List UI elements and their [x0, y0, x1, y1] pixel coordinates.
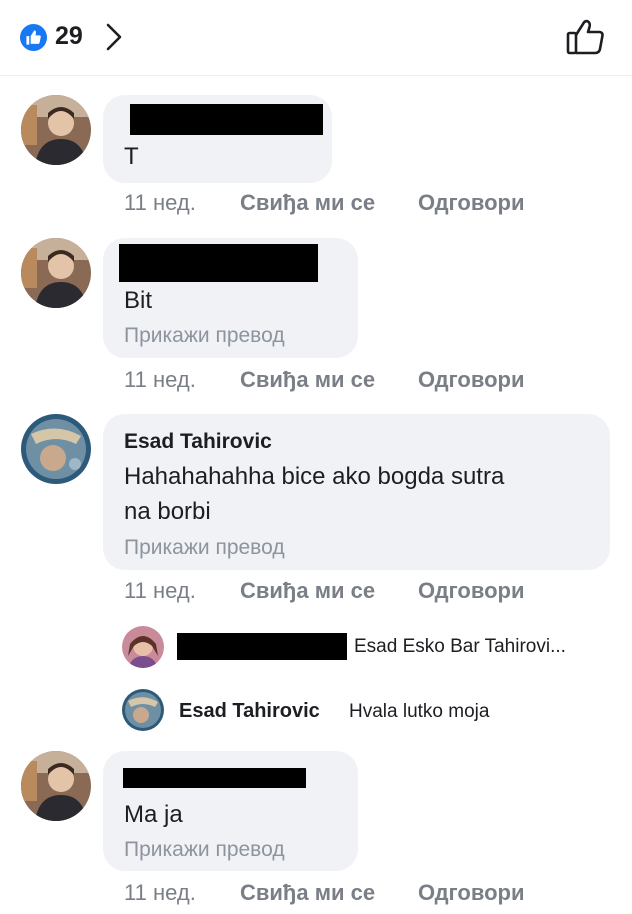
like-count[interactable]: 29	[55, 22, 83, 51]
reply-text[interactable]: Esad Esko Bar Tahirovi...	[354, 636, 566, 658]
avatar[interactable]	[122, 626, 164, 668]
comment-text: Bit	[124, 287, 153, 314]
see-translation-link[interactable]: Прикажи превод	[124, 838, 285, 862]
see-translation-link[interactable]: Прикажи превод	[124, 536, 285, 560]
like-action[interactable]: Свиђа ми се	[240, 578, 375, 604]
comment-author[interactable]: Esad Tahirovic	[124, 430, 272, 454]
see-translation-link[interactable]: Прикажи превод	[124, 324, 285, 348]
like-action[interactable]: Свиђа ми се	[240, 880, 375, 906]
reply-action[interactable]: Одговори	[418, 367, 524, 393]
like-action[interactable]: Свиђа ми се	[240, 190, 375, 216]
reply-author[interactable]: Esad Tahirovic	[179, 700, 320, 723]
reactions-bar: 29	[0, 0, 632, 76]
redaction-bar	[123, 768, 306, 788]
comment-time[interactable]: 11 нед.	[124, 367, 196, 393]
redaction-bar	[130, 104, 323, 135]
chevron-right-icon[interactable]	[104, 22, 124, 57]
comment-text: Ma ja	[124, 801, 183, 828]
avatar[interactable]	[21, 414, 91, 484]
comment-time[interactable]: 11 нед.	[124, 190, 196, 216]
comment-text-line-1: Hahahahahha bice ako bogda sutra	[124, 463, 505, 490]
avatar[interactable]	[21, 751, 91, 821]
avatar[interactable]	[21, 238, 91, 308]
comment-text: T	[124, 143, 139, 170]
reply-action[interactable]: Одговори	[418, 190, 524, 216]
redaction-bar	[177, 633, 347, 660]
thumbs-up-outline-icon[interactable]	[566, 18, 606, 61]
reply-action[interactable]: Одговори	[418, 880, 524, 906]
redaction-bar	[119, 244, 318, 282]
comment-time[interactable]: 11 нед.	[124, 880, 196, 906]
comment-text-line-2: na borbi	[124, 498, 211, 525]
avatar[interactable]	[21, 95, 91, 165]
comment-time[interactable]: 11 нед.	[124, 578, 196, 604]
reply-action[interactable]: Одговори	[418, 578, 524, 604]
reply-text: Hvala lutko moja	[349, 701, 490, 722]
like-badge-icon	[20, 24, 47, 51]
like-action[interactable]: Свиђа ми се	[240, 367, 375, 393]
avatar[interactable]	[122, 689, 164, 731]
